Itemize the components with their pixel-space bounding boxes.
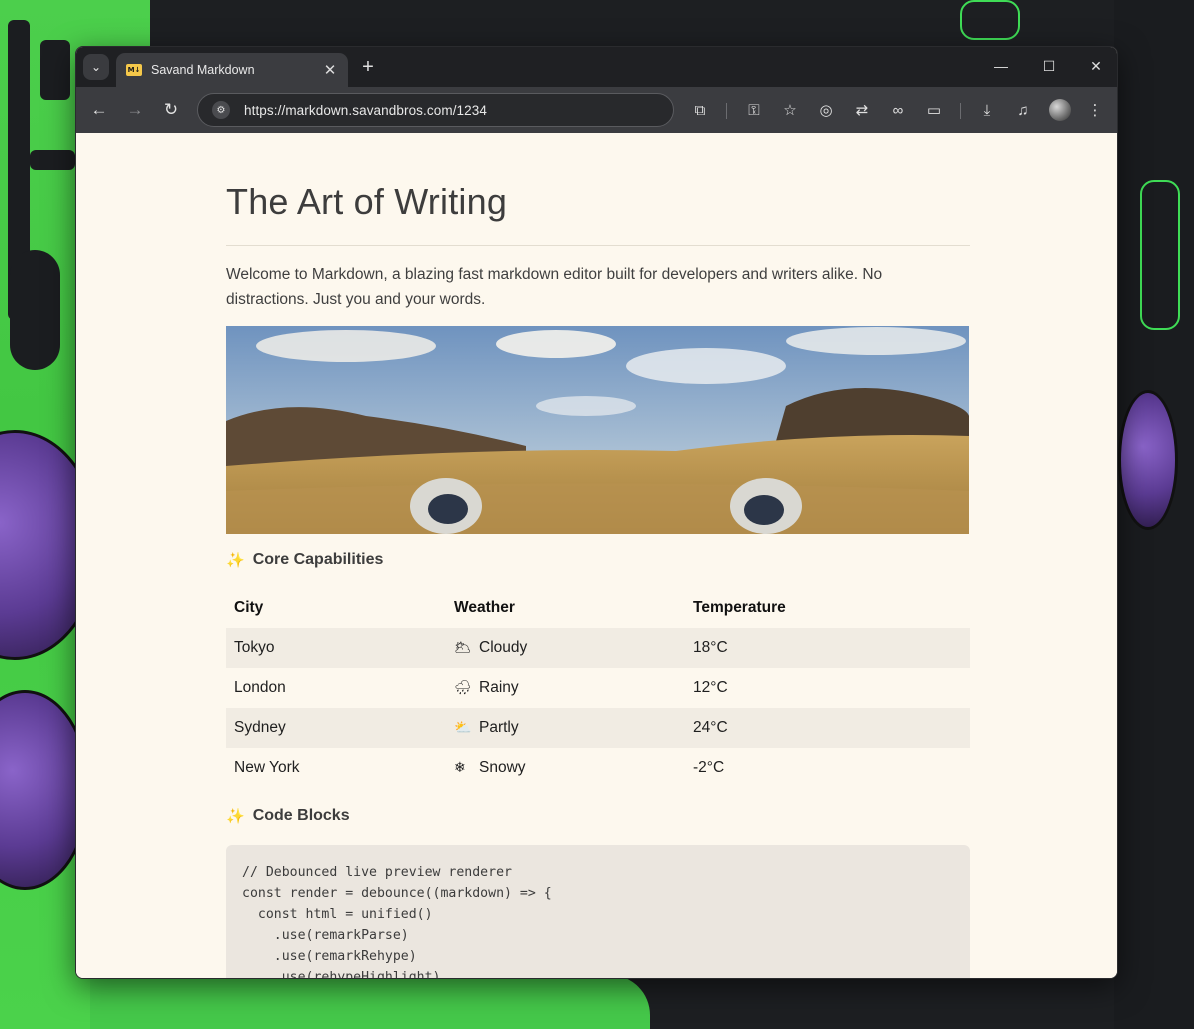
page-title: The Art of Writing (226, 181, 508, 222)
cell-weather: 🌥 Cloudy (446, 628, 685, 668)
weather-label: Cloudy (479, 639, 528, 656)
forward-arrow-icon[interactable]: → (122, 97, 148, 123)
table-row: Sydney ⛅ Partly 24°C (226, 708, 970, 748)
back-arrow-icon[interactable]: ← (86, 97, 112, 123)
close-window-icon[interactable]: ✕ (1081, 55, 1111, 77)
hero-image (226, 326, 969, 534)
cell-weather: 🌧 Rainy (446, 668, 685, 708)
code-line: const html = unified() (242, 907, 433, 922)
browser-toolbar: ← → ↻ ⚙ https://markdown.savandbros.com/… (76, 87, 1117, 133)
column-header-temperature: Temperature (693, 599, 786, 616)
markdown-favicon-icon: M↓ (126, 64, 142, 76)
sparkles-icon: ✨ (226, 808, 245, 825)
browser-window: ⌄ M↓ Savand Markdown ✕ + — ☐ ✕ ← → ↻ ⚙ h… (75, 46, 1118, 979)
address-bar[interactable]: ⚙ https://markdown.savandbros.com/1234 (197, 93, 674, 127)
code-block: // Debounced live preview renderer const … (226, 845, 970, 979)
wallpaper-green-outline (1140, 180, 1180, 330)
cell-city: Sydney (226, 708, 446, 748)
sparkles-icon: ✨ (226, 552, 245, 569)
tab-search-button[interactable]: ⌄ (83, 54, 109, 80)
title-divider (226, 245, 970, 246)
table-row: Tokyo 🌥 Cloudy 18°C (226, 628, 970, 668)
new-tab-button[interactable]: + (358, 55, 378, 79)
link-icon[interactable]: ∞ (887, 99, 909, 121)
table-header-row: City Weather Temperature (226, 588, 970, 628)
more-menu-icon[interactable]: ⋮ (1084, 99, 1106, 121)
weather-table: City Weather Temperature Tokyo 🌥 Cloudy 1… (226, 588, 970, 788)
cell-weather: ❄ Snowy (446, 748, 685, 788)
lens-icon[interactable]: ◎ (815, 99, 837, 121)
cell-city: New York (234, 759, 300, 776)
translate-icon[interactable]: ⇄ (851, 99, 873, 121)
password-key-icon[interactable]: ⚿ (743, 99, 765, 121)
bookmark-star-icon[interactable]: ☆ (779, 99, 801, 121)
code-line: .use(rehypeHighlight) (242, 970, 441, 979)
tab-title: Savand Markdown (151, 63, 255, 77)
tab-strip: ⌄ M↓ Savand Markdown ✕ + — ☐ ✕ (76, 47, 1117, 87)
table-row: New York ❄ Snowy -2°C (226, 748, 970, 788)
partly-cloudy-weather-icon: ⛅ (454, 719, 472, 735)
wallpaper-green-bottom (90, 975, 650, 1029)
cell-weather: ⛅ Partly (446, 708, 685, 748)
profile-avatar[interactable] (1049, 99, 1071, 121)
extensions-icon[interactable]: ⧉ (689, 99, 711, 121)
tab-active[interactable]: M↓ Savand Markdown ✕ (116, 53, 348, 87)
code-line: // Debounced live preview renderer (242, 865, 512, 880)
code-line: const render = debounce((markdown) => { (242, 886, 552, 901)
table-row: London 🌧 Rainy 12°C (226, 668, 970, 708)
toolbar-divider (960, 103, 961, 119)
weather-label: Rainy (479, 679, 519, 696)
page-viewport: The Art of Writing Welcome to Markdown, … (76, 133, 1117, 979)
section-heading-capabilities: ✨ Core Capabilities (226, 551, 383, 569)
cell-city: Tokyo (226, 628, 446, 668)
code-line: .use(remarkRehype) (242, 949, 417, 964)
rain-weather-icon: 🌧 (454, 679, 472, 695)
wallpaper-green-outline (960, 0, 1020, 40)
section-heading-code: ✨ Code Blocks (226, 807, 350, 825)
column-header-weather: Weather (454, 599, 515, 616)
minimize-icon[interactable]: — (986, 55, 1016, 77)
wallpaper-glyph (30, 150, 75, 170)
cell-temperature: -2°C (693, 759, 725, 776)
cell-city: London (234, 679, 286, 696)
weather-label: Partly (479, 719, 519, 736)
cell-temperature: 24°C (685, 708, 970, 748)
reload-icon[interactable]: ↻ (158, 97, 184, 123)
chevron-down-icon: ⌄ (90, 60, 102, 74)
code-line: .use(remarkParse) (242, 928, 409, 943)
maximize-icon[interactable]: ☐ (1034, 55, 1064, 77)
snowflake-weather-icon: ❄ (454, 759, 466, 775)
cloudy-weather-icon: 🌥 (454, 639, 472, 655)
weather-label: Snowy (479, 759, 526, 776)
wallpaper-mecha-hand (1118, 390, 1178, 530)
wallpaper-glyph (10, 250, 60, 370)
cell-temperature: 12°C (693, 679, 728, 696)
download-icon[interactable]: ⤓ (976, 99, 998, 121)
intro-paragraph: Welcome to Markdown, a blazing fast mark… (226, 266, 883, 308)
close-tab-icon[interactable]: ✕ (322, 61, 338, 79)
cast-devices-icon[interactable]: ▭ (923, 99, 945, 121)
media-queue-icon[interactable]: ♫ (1012, 99, 1034, 121)
url-text: https://markdown.savandbros.com/1234 (244, 102, 487, 118)
section-heading-text: Core Capabilities (252, 551, 384, 568)
column-header-city: City (234, 599, 264, 616)
site-info-icon[interactable]: ⚙ (212, 101, 230, 119)
section-heading-text: Code Blocks (252, 807, 350, 824)
wallpaper-glyph (40, 40, 70, 100)
toolbar-divider (726, 103, 727, 119)
cell-temperature: 18°C (685, 628, 970, 668)
